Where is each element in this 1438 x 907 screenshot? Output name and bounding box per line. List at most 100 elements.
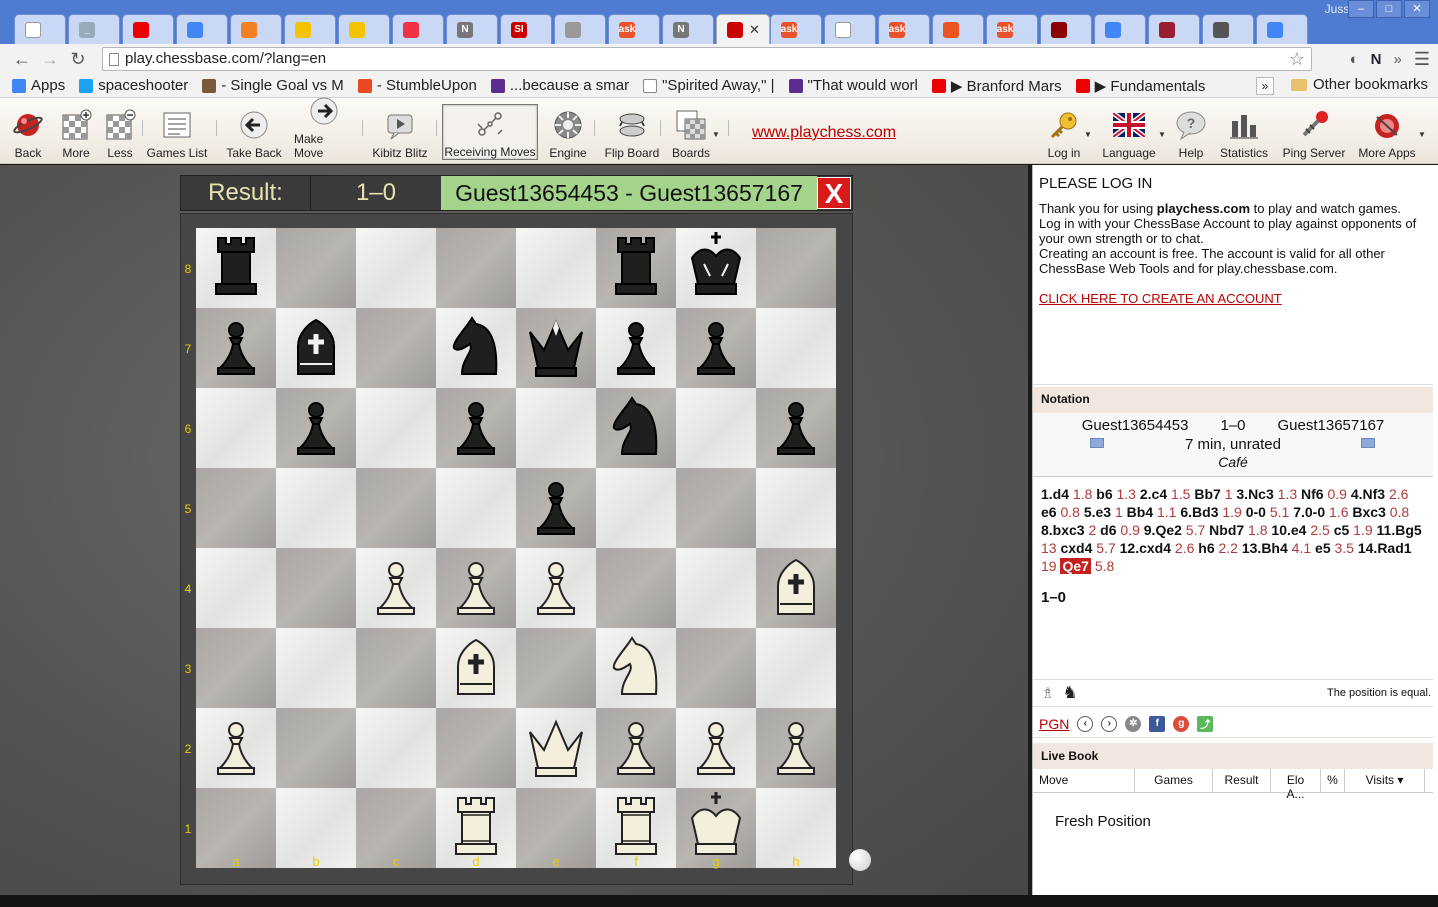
board-square[interactable] xyxy=(516,388,596,468)
browser-tab[interactable]: ask xyxy=(608,14,660,44)
bookmark-star-icon[interactable]: ☆ xyxy=(1289,48,1305,70)
move-san[interactable]: 9.Qe2 xyxy=(1144,522,1182,538)
black-pawn-icon[interactable] xyxy=(756,388,836,468)
board-square[interactable] xyxy=(196,548,276,628)
toolbar-button-games-list[interactable]: Games List xyxy=(146,104,208,160)
board-square[interactable] xyxy=(276,548,356,628)
white-pawn-icon[interactable] xyxy=(356,548,436,628)
board-square[interactable] xyxy=(356,708,436,788)
move-san[interactable]: e6 xyxy=(1041,504,1057,520)
toolbar-button-back[interactable]: Back xyxy=(8,104,48,160)
board-square[interactable] xyxy=(756,628,836,708)
white-pawn-icon[interactable] xyxy=(516,548,596,628)
live-book-column-header[interactable]: Result xyxy=(1213,769,1271,793)
white-pawn-icon[interactable] xyxy=(436,548,516,628)
board-square[interactable] xyxy=(276,708,356,788)
move-san[interactable]: 5.e3 xyxy=(1084,504,1111,520)
n-extension-icon[interactable]: N xyxy=(1371,51,1382,68)
move-san[interactable]: Bb7 xyxy=(1194,486,1220,502)
browser-tab[interactable] xyxy=(1094,14,1146,44)
board-square[interactable] xyxy=(276,228,356,308)
move-san[interactable]: 7.0-0 xyxy=(1293,504,1325,520)
board-square[interactable] xyxy=(516,628,596,708)
board-square[interactable] xyxy=(756,468,836,548)
black-pawn-icon[interactable] xyxy=(516,468,596,548)
black-bishop-icon[interactable] xyxy=(276,308,356,388)
black-pawn-icon[interactable] xyxy=(276,388,356,468)
browser-tab[interactable]: SI xyxy=(500,14,552,44)
board-square[interactable] xyxy=(676,468,756,548)
black-pawn-icon[interactable] xyxy=(196,308,276,388)
browser-tab[interactable] xyxy=(230,14,282,44)
bookmark-item[interactable]: spaceshooter xyxy=(79,77,188,94)
move-san[interactable]: Bxc3 xyxy=(1352,504,1385,520)
bookmark-item[interactable]: - Single Goal vs M xyxy=(202,77,344,94)
white-bishop-icon[interactable] xyxy=(436,628,516,708)
browser-tab[interactable] xyxy=(176,14,228,44)
bookmark-item[interactable]: - StumbleUpon xyxy=(357,77,477,94)
move-san[interactable]: 11.Bg5 xyxy=(1377,522,1422,538)
board-square[interactable] xyxy=(756,228,836,308)
browser-tab[interactable] xyxy=(1148,14,1200,44)
move-san[interactable]: 6.Bd3 xyxy=(1180,504,1218,520)
toolbar-button-log-in[interactable]: Log in xyxy=(1040,104,1088,160)
board-square[interactable] xyxy=(276,628,356,708)
live-book-column-header[interactable]: Elo A... xyxy=(1271,769,1321,801)
browser-tab[interactable] xyxy=(824,14,876,44)
white-pawn-icon[interactable] xyxy=(756,708,836,788)
move-san[interactable]: 14.Rad1 xyxy=(1358,540,1412,556)
browser-tab[interactable]: ask xyxy=(878,14,930,44)
black-rook-icon[interactable] xyxy=(596,228,676,308)
board-square[interactable] xyxy=(676,388,756,468)
move-san[interactable]: e5 xyxy=(1315,540,1331,556)
chess-board[interactable] xyxy=(196,228,836,868)
extensions-overflow-icon[interactable]: » xyxy=(1394,51,1402,68)
browser-tab[interactable] xyxy=(1202,14,1254,44)
move-san[interactable]: c5 xyxy=(1334,522,1350,538)
board-square[interactable] xyxy=(756,308,836,388)
browser-tab[interactable]: N xyxy=(446,14,498,44)
board-square[interactable] xyxy=(516,228,596,308)
board-square[interactable] xyxy=(436,228,516,308)
toolbar-button-boards[interactable]: Boards xyxy=(668,104,714,160)
white-bishop-icon[interactable] xyxy=(756,548,836,628)
move-san[interactable]: 0-0 xyxy=(1246,504,1266,520)
black-queen-icon[interactable] xyxy=(516,308,596,388)
board-square[interactable] xyxy=(596,468,676,548)
bookmark-item[interactable]: "Spirited Away," | xyxy=(643,77,775,94)
move-san[interactable]: 12.cxd4 xyxy=(1120,540,1171,556)
board-square[interactable] xyxy=(676,628,756,708)
google-plus-icon[interactable]: g xyxy=(1173,715,1190,732)
board-square[interactable] xyxy=(356,228,436,308)
move-san[interactable]: Nbd7 xyxy=(1209,522,1244,538)
knight-icon[interactable]: ♞ xyxy=(1062,683,1077,703)
black-pawn-icon[interactable] xyxy=(436,388,516,468)
toolbar-button-statistics[interactable]: Statistics xyxy=(1216,104,1272,160)
browser-tab[interactable] xyxy=(554,14,606,44)
white-queen-icon[interactable] xyxy=(516,708,596,788)
browser-tab[interactable] xyxy=(1040,14,1092,44)
address-bar[interactable]: play.chessbase.com/?lang=en ☆ xyxy=(102,47,1312,71)
move-san[interactable]: 10.e4 xyxy=(1271,522,1306,538)
board-square[interactable] xyxy=(196,468,276,548)
move-san[interactable]: 4.Nf3 xyxy=(1351,486,1385,502)
move-san[interactable]: b6 xyxy=(1096,486,1112,502)
facebook-icon[interactable]: f xyxy=(1149,715,1166,732)
browser-tab[interactable]: ask xyxy=(770,14,822,44)
move-san[interactable]: Qe7 xyxy=(1060,558,1091,574)
pgn-link[interactable]: PGN xyxy=(1039,716,1069,732)
move-san[interactable]: 2.c4 xyxy=(1140,486,1167,502)
minimize-button[interactable]: – xyxy=(1348,0,1374,18)
close-tab-icon[interactable]: ✕ xyxy=(749,22,760,38)
move-san[interactable]: d6 xyxy=(1100,522,1116,538)
white-pawn-icon[interactable] xyxy=(196,708,276,788)
toolbar-button-flip-board[interactable]: Flip Board xyxy=(602,104,662,160)
next-move-icon[interactable]: › xyxy=(1101,715,1118,732)
board-square[interactable] xyxy=(196,628,276,708)
browser-tab[interactable]: ✕ xyxy=(716,14,770,44)
board-square[interactable] xyxy=(436,708,516,788)
maximize-button[interactable]: □ xyxy=(1376,0,1402,18)
move-san[interactable]: cxd4 xyxy=(1060,540,1092,556)
board-square[interactable] xyxy=(596,548,676,628)
create-account-link[interactable]: CLICK HERE TO CREATE AN ACCOUNT xyxy=(1039,291,1427,306)
